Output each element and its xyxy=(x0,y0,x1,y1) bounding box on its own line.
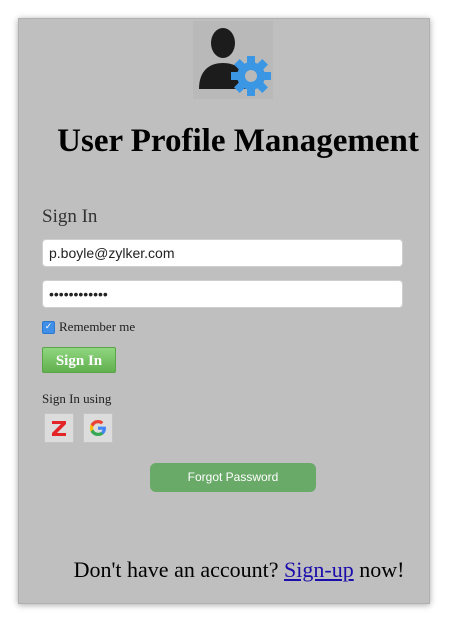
email-field[interactable]: p.boyle@zylker.com xyxy=(42,239,403,267)
signup-prefix: Don't have an account? xyxy=(73,557,279,582)
remember-checkbox[interactable]: ✓ xyxy=(42,320,55,334)
forgot-password-button[interactable]: Forgot Password xyxy=(150,463,316,492)
password-value: •••••••••••• xyxy=(49,286,108,302)
password-field[interactable]: •••••••••••• xyxy=(42,280,403,308)
signin-button[interactable]: Sign In xyxy=(42,347,116,373)
user-settings-icon xyxy=(193,21,273,99)
google-g-icon xyxy=(90,420,106,436)
signup-link[interactable]: Sign-up xyxy=(284,557,354,582)
signup-prompt: Don't have an account? Sign-up now! xyxy=(19,557,429,583)
signup-suffix: now! xyxy=(359,557,405,582)
signin-heading: Sign In xyxy=(42,206,98,227)
remember-me[interactable]: ✓ Remember me xyxy=(42,319,135,335)
google-signin-button[interactable] xyxy=(83,413,113,443)
remember-label: Remember me xyxy=(59,319,136,334)
zoho-signin-button[interactable] xyxy=(44,413,74,443)
page-title: User Profile Management xyxy=(57,123,419,159)
signin-using-label: Sign In using xyxy=(42,391,112,406)
email-value: p.boyle@zylker.com xyxy=(49,245,175,261)
zoho-z-icon xyxy=(52,421,66,436)
login-panel: User Profile Management Sign In p.boyle@… xyxy=(18,18,430,604)
